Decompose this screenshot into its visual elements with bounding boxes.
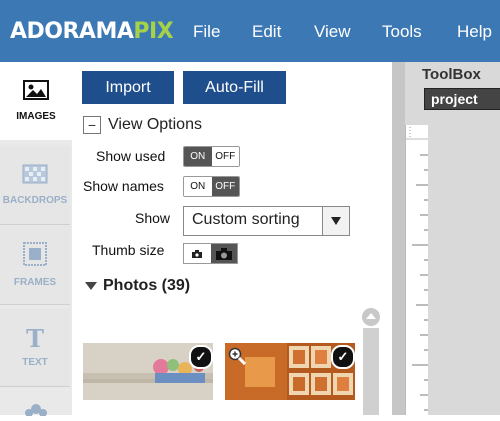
collapse-minus-icon: −: [83, 116, 101, 134]
used-check-icon: ✓: [189, 345, 213, 369]
show-names-toggle[interactable]: ON OFF: [183, 176, 240, 197]
tab-images[interactable]: IMAGES: [0, 62, 72, 140]
vertical-ruler: [405, 125, 429, 415]
show-sort-select[interactable]: Custom sorting: [183, 206, 350, 236]
photos-section-header[interactable]: Photos (39): [85, 277, 190, 295]
tab-text-label: TEXT: [22, 356, 48, 368]
thumb-size-switch[interactable]: [183, 243, 238, 264]
photo-thumbnail[interactable]: ✓: [83, 343, 213, 400]
tab-more-partial[interactable]: [24, 402, 48, 421]
menu-tools[interactable]: Tools: [382, 22, 422, 42]
show-names-off[interactable]: OFF: [211, 177, 239, 196]
tab-frames[interactable]: FRAMES: [0, 226, 70, 305]
photos-count-label: Photos (39): [103, 277, 191, 294]
expand-triangle-icon: [85, 277, 97, 295]
logo-text-adorama: ADORAMA: [10, 18, 134, 44]
show-names-on[interactable]: ON: [184, 177, 212, 196]
used-check-icon: ✓: [331, 345, 355, 369]
zoom-in-icon[interactable]: [228, 347, 247, 370]
photo-thumbnail[interactable]: ✓: [225, 343, 355, 400]
view-options-label: View Options: [108, 116, 202, 133]
tab-frames-label: FRAMES: [13, 277, 57, 288]
menu-edit[interactable]: Edit: [252, 22, 281, 42]
top-menu-bar: ADORAMA PIX File Edit View Tools Help: [0, 0, 500, 62]
flower-icon: [24, 403, 48, 420]
tab-images-label: IMAGES: [16, 111, 56, 122]
show-label: Show: [135, 210, 171, 226]
view-options-toggle[interactable]: − View Options: [83, 116, 202, 134]
auto-fill-button[interactable]: Auto-Fill: [183, 71, 286, 104]
show-used-label: Show used: [96, 148, 166, 164]
show-used-on[interactable]: ON: [184, 147, 212, 166]
canvas-left-strip: [392, 62, 405, 415]
image-icon: [23, 80, 49, 105]
adoramapix-logo[interactable]: ADORAMA PIX: [10, 18, 174, 44]
toolbox-title: ToolBox: [422, 66, 481, 83]
photos-scrollbar[interactable]: [361, 307, 381, 415]
thumb-size-label: Thumb size: [92, 242, 165, 258]
show-used-toggle[interactable]: ON OFF: [183, 146, 240, 167]
frame-icon: [23, 242, 47, 271]
show-names-label: Show names: [83, 178, 164, 194]
project-tab-label: project: [431, 91, 478, 107]
small-camera-icon[interactable]: [184, 244, 211, 263]
dropdown-arrow-icon[interactable]: [322, 207, 349, 235]
design-canvas[interactable]: [428, 125, 500, 415]
show-sort-value: Custom sorting: [192, 211, 300, 228]
large-camera-icon[interactable]: [210, 244, 237, 263]
menu-file[interactable]: File: [193, 22, 220, 42]
import-button[interactable]: Import: [82, 71, 174, 104]
logo-text-pix: PIX: [133, 18, 174, 44]
text-icon: T: [26, 323, 44, 353]
menu-help[interactable]: Help: [457, 22, 492, 42]
left-tab-column: IMAGES BACKDROPS FRAMES T TEXT: [0, 62, 72, 417]
tab-backdrops[interactable]: BACKDROPS: [0, 146, 70, 225]
tab-text[interactable]: T TEXT: [0, 308, 70, 387]
project-tab[interactable]: project: [424, 88, 500, 110]
backdrop-icon: [22, 164, 48, 189]
tab-backdrops-label: BACKDROPS: [2, 195, 68, 206]
show-used-off[interactable]: OFF: [211, 147, 239, 166]
scroll-track[interactable]: [363, 328, 379, 415]
menu-view[interactable]: View: [314, 22, 351, 42]
